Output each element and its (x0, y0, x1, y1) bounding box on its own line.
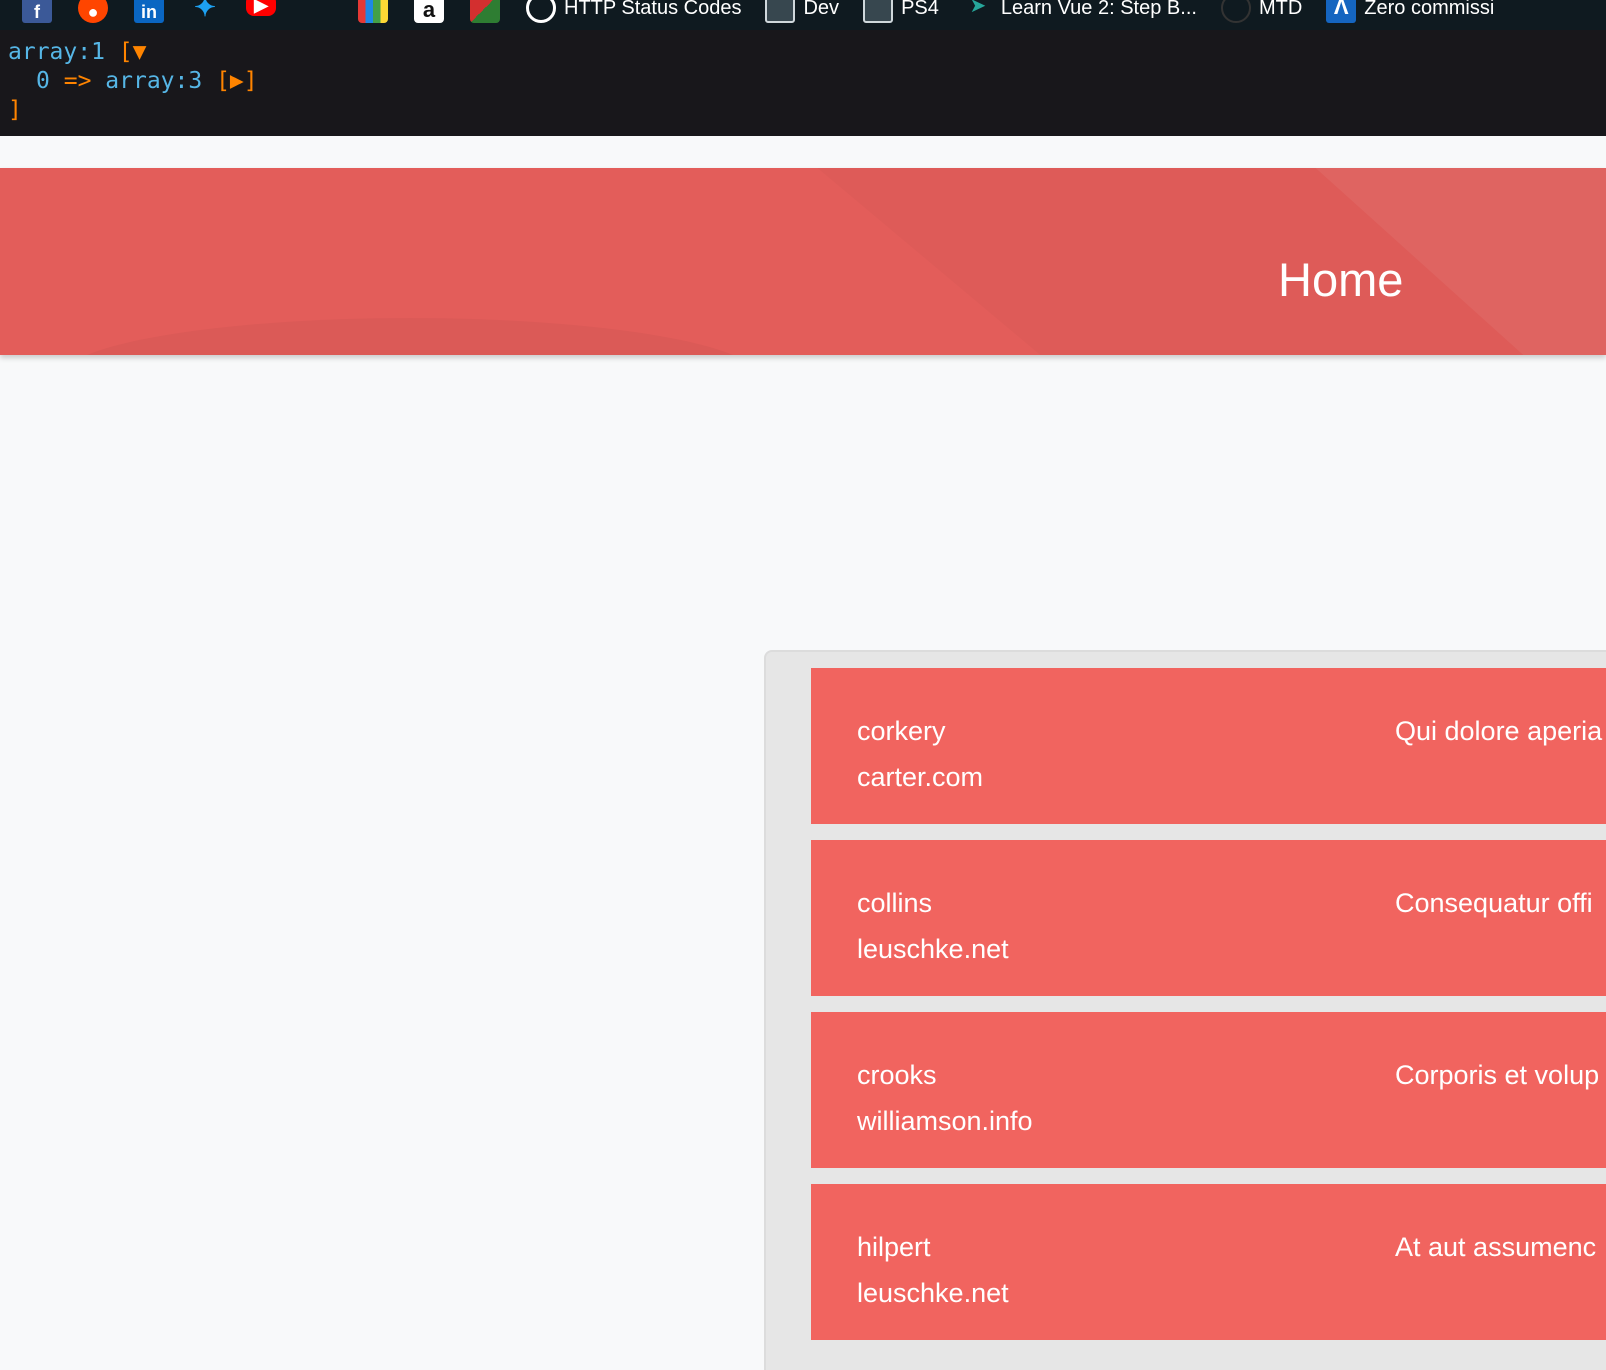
bookmark-http-status[interactable]: HTTP Status Codes (526, 0, 741, 23)
item-description: Qui dolore aperia (1395, 716, 1603, 746)
item-domain: leuschke.net (857, 1278, 1009, 1308)
bookmarks-bar: f ● in ✦ ▶ a HTTP Status Codes Dev PS4 ➤… (0, 0, 1606, 30)
linkedin-icon[interactable]: in (134, 0, 164, 23)
header-banner: Home (0, 168, 1606, 355)
dump-arrow: => (63, 68, 92, 94)
debug-dump: array:1 [▼ 0 => array:3 [▶] ] (0, 30, 1606, 136)
item-domain: williamson.info (857, 1106, 1033, 1136)
item-name: hilpert (857, 1232, 931, 1262)
folder-icon (765, 0, 796, 23)
item-name: collins (857, 888, 933, 918)
bookmark-label: PS4 (901, 0, 939, 19)
item-description: At aut assumenc (1395, 1232, 1597, 1262)
dump-key: 0 (36, 68, 50, 94)
dump-close-bracket: ] (8, 97, 22, 123)
item-description: Corporis et volup (1395, 1060, 1600, 1090)
arrow-icon: ➤ (969, 0, 987, 17)
bookmark-ps4[interactable]: PS4 (863, 0, 939, 23)
youtube-icon[interactable]: ▶ (246, 0, 276, 16)
facebook-icon[interactable]: f (22, 0, 52, 23)
banner-curve (60, 318, 760, 355)
page-title: Home (1278, 253, 1404, 306)
zero-icon: Λ (1326, 0, 1357, 23)
amazon-icon[interactable]: a (414, 0, 444, 23)
bookmark-learn-vue[interactable]: ➤ Learn Vue 2: Step B... (963, 0, 1197, 23)
item-domain: leuschke.net (857, 934, 1009, 964)
dump-line-2: 0 => array:3 [▶] (8, 67, 1598, 96)
list-item[interactable]: hilpert leuschke.net At aut assumenc (811, 1184, 1606, 1340)
item-name: corkery (857, 716, 946, 746)
twitter-icon[interactable]: ✦ (190, 0, 220, 23)
list-item[interactable]: crooks williamson.info Corporis et volup (811, 1012, 1606, 1168)
dump-type: array:1 (8, 39, 105, 65)
item-description: Consequatur offi (1395, 888, 1593, 918)
bookmark-zero[interactable]: Λ Zero commissi (1326, 0, 1494, 23)
dump-type: array:3 (105, 68, 203, 94)
pdf-icon[interactable] (470, 0, 500, 23)
dump-toggle-expand[interactable]: [▶] (216, 68, 258, 94)
list-item[interactable]: corkery carter.com Qui dolore aperia (811, 668, 1606, 824)
bookmark-mtd[interactable]: MTD (1220, 0, 1303, 23)
bookmark-label: HTTP Status Codes (564, 0, 742, 19)
microsoft-icon[interactable] (302, 0, 332, 23)
bookmark-dev[interactable]: Dev (765, 0, 839, 23)
bookmark-label: Dev (803, 0, 840, 19)
bar-icon[interactable] (358, 0, 388, 23)
item-domain: carter.com (857, 762, 984, 792)
bookmark-label: Zero commissi (1364, 0, 1495, 19)
dump-line-3: ] (8, 96, 1598, 125)
dump-line-1: array:1 [▼ (8, 38, 1598, 67)
bookmark-label: MTD (1258, 0, 1303, 19)
list-item[interactable]: collins leuschke.net Consequatur offi (811, 840, 1606, 996)
dump-toggle-collapse[interactable]: [▼ (119, 39, 147, 65)
mtd-icon (1220, 0, 1251, 23)
folder-icon (863, 0, 894, 23)
bookmark-label: Learn Vue 2: Step B... (1000, 0, 1197, 19)
bookmark-icons: f ● in ✦ ▶ a (22, 0, 526, 23)
item-name: crooks (857, 1060, 937, 1090)
reddit-icon[interactable]: ● (78, 0, 108, 23)
globe-icon (526, 0, 556, 23)
